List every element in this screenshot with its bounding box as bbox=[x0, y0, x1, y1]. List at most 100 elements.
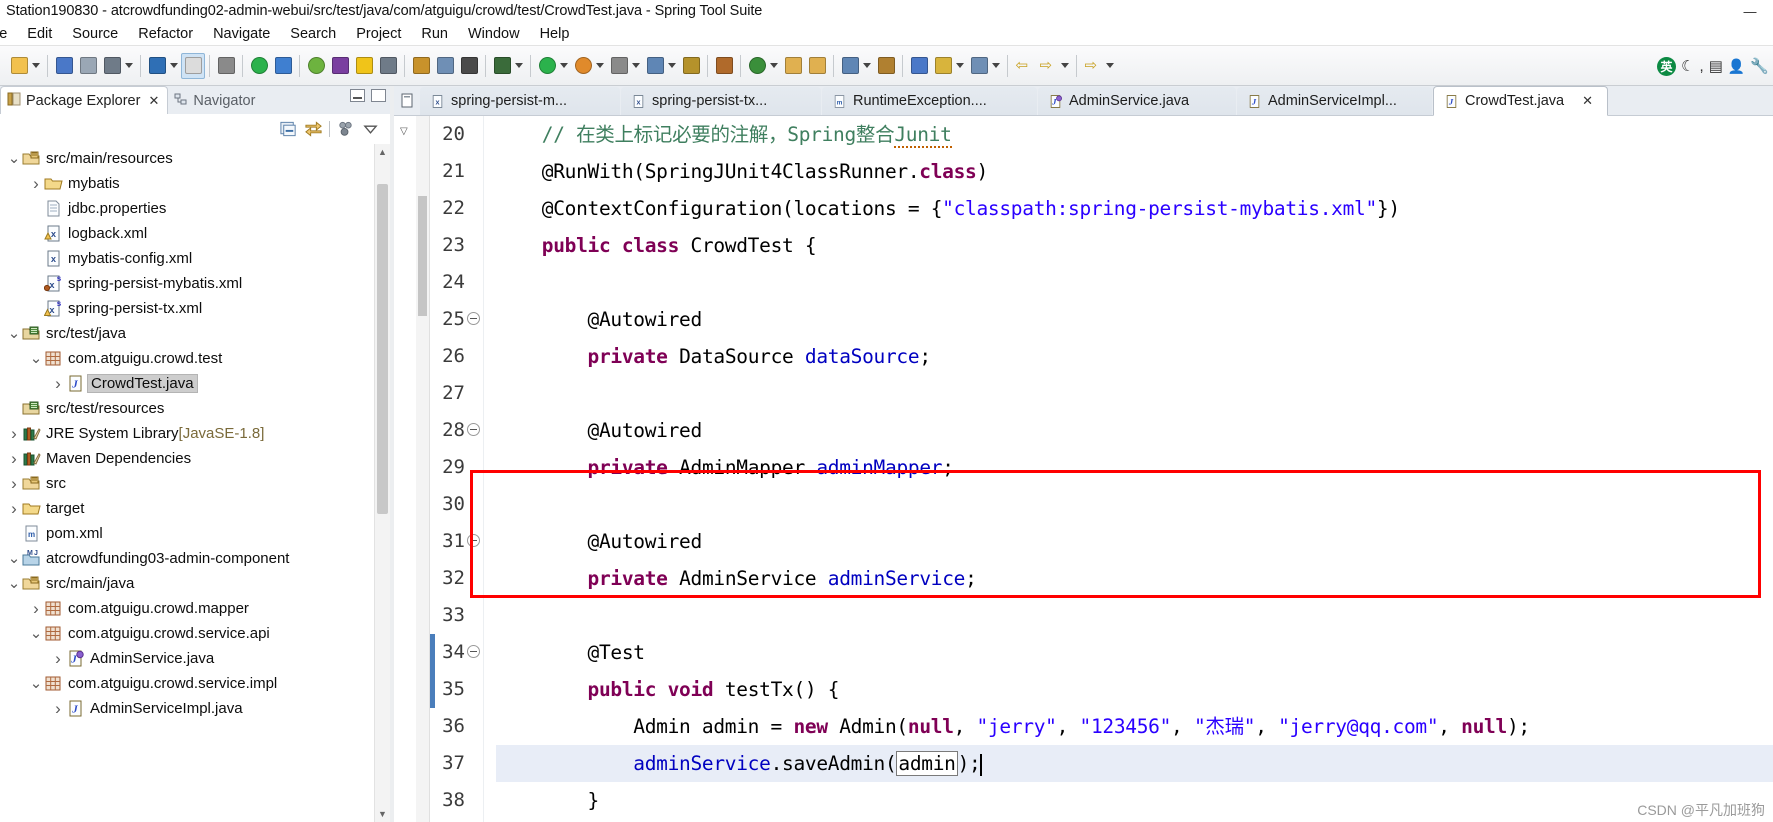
menu-item-le[interactable]: le bbox=[0, 22, 17, 46]
tree-item-adminserviceimpl-java[interactable]: › J AdminServiceImpl.java bbox=[0, 696, 390, 721]
code-line-27[interactable] bbox=[496, 375, 1773, 412]
tree-item-src[interactable]: › src bbox=[0, 471, 390, 496]
chevron-right-icon[interactable]: › bbox=[50, 699, 66, 718]
annotate-button[interactable] bbox=[874, 53, 898, 79]
chevron-down-icon[interactable]: ⌄ bbox=[28, 626, 44, 642]
tree-item-logback-xml[interactable]: x logback.xml bbox=[0, 221, 390, 246]
tree-item-mybatis-config-xml[interactable]: x mybatis-config.xml bbox=[0, 246, 390, 271]
code-line-34[interactable]: @Test bbox=[496, 634, 1773, 671]
dropdown-caret-icon[interactable] bbox=[125, 63, 133, 68]
editor-tab-crowdtest-java[interactable]: J CrowdTest.java ✕ bbox=[1433, 86, 1608, 116]
menu-item-run[interactable]: Run bbox=[411, 22, 458, 46]
project-tree[interactable]: ▲ ▼ ⌄ src/main/resources › mybatis jdbc.prop… bbox=[0, 144, 390, 822]
editor-tab-adminserviceimpl-[interactable]: J AdminServiceImpl... bbox=[1237, 87, 1432, 115]
boot-dashboard-button[interactable] bbox=[271, 53, 295, 79]
tree-item-jre-system-library[interactable]: › JRE System Library [JavaSE-1.8] bbox=[0, 421, 390, 446]
editor-tab-runtimeexception-[interactable]: m RuntimeException.... bbox=[822, 87, 1037, 115]
dropdown-caret-icon[interactable] bbox=[596, 63, 604, 68]
editor-tab-adminservice-java[interactable]: J AdminService.java bbox=[1038, 87, 1236, 115]
new-package-button[interactable] bbox=[712, 53, 736, 79]
forward-button[interactable]: ⇨ bbox=[1036, 53, 1060, 79]
minimize-button[interactable]: — bbox=[1727, 0, 1773, 22]
menu-item-source[interactable]: Source bbox=[62, 22, 128, 46]
terminal-button[interactable] bbox=[328, 53, 352, 79]
code-line-23[interactable]: public class CrowdTest { bbox=[496, 227, 1773, 264]
moon-icon[interactable]: ☾ bbox=[1681, 57, 1694, 75]
pin-button[interactable] bbox=[376, 53, 400, 79]
code-line-32[interactable]: private AdminService adminService; bbox=[496, 560, 1773, 597]
chevron-down-icon[interactable]: ⌄ bbox=[6, 326, 22, 342]
code-line-29[interactable]: private AdminMapper adminMapper; bbox=[496, 449, 1773, 486]
code-line-22[interactable]: @ContextConfiguration(locations = {"clas… bbox=[496, 190, 1773, 227]
debug-as-button[interactable] bbox=[490, 53, 514, 79]
code-line-26[interactable]: private DataSource dataSource; bbox=[496, 338, 1773, 375]
close-icon[interactable]: ✕ bbox=[1582, 93, 1593, 109]
paragraph-button[interactable] bbox=[457, 53, 481, 79]
code-line-24[interactable] bbox=[496, 264, 1773, 301]
tree-item-com-atguigu-crowd-service-api[interactable]: ⌄ com.atguigu.crowd.service.api bbox=[0, 621, 390, 646]
chevron-right-icon[interactable]: › bbox=[50, 374, 66, 393]
chevron-down-icon[interactable]: ⌄ bbox=[6, 551, 22, 567]
wrench-icon[interactable]: 🔧 bbox=[1750, 57, 1769, 75]
tree-scrollbar[interactable]: ▲ ▼ bbox=[374, 144, 390, 822]
link-editor-icon[interactable] bbox=[304, 120, 323, 138]
chevron-down-icon[interactable]: ⌄ bbox=[6, 151, 22, 167]
maximize-view-icon[interactable] bbox=[371, 89, 386, 102]
overview-ruler[interactable] bbox=[416, 116, 430, 822]
scroll-down-icon[interactable]: ▼ bbox=[375, 806, 390, 822]
chevron-right-icon[interactable]: › bbox=[28, 174, 44, 193]
chevron-right-icon[interactable]: › bbox=[50, 649, 66, 668]
code-line-33[interactable] bbox=[496, 597, 1773, 634]
dropdown-caret-icon[interactable] bbox=[992, 63, 1000, 68]
menu-item-help[interactable]: Help bbox=[530, 22, 580, 46]
tree-item-mybatis[interactable]: › mybatis bbox=[0, 171, 390, 196]
code-line-28[interactable]: @Autowired bbox=[496, 412, 1773, 449]
run-as-button[interactable] bbox=[535, 53, 559, 79]
ruler-thumb[interactable] bbox=[418, 196, 427, 316]
fold-collapse-icon[interactable]: ▽ bbox=[400, 126, 408, 137]
tree-item-crowdtest-java[interactable]: › J CrowdTest.java bbox=[0, 371, 390, 396]
tree-item-spring-persist-mybatis-xml[interactable]: x s spring-persist-mybatis.xml bbox=[0, 271, 390, 296]
next-annotation-button[interactable]: ⇨ bbox=[1081, 53, 1105, 79]
run-last-button[interactable] bbox=[247, 53, 271, 79]
tree-item-adminservice-java[interactable]: › J AdminService.java bbox=[0, 646, 390, 671]
tree-item-pom-xml[interactable]: m pom.xml bbox=[0, 521, 390, 546]
print-button[interactable] bbox=[100, 53, 124, 79]
tree-item-src-test-resources[interactable]: src/test/resources bbox=[0, 396, 390, 421]
code-line-25[interactable]: @Autowired bbox=[496, 301, 1773, 338]
tree-scroll-thumb[interactable] bbox=[377, 184, 388, 514]
chevron-right-icon[interactable]: › bbox=[6, 474, 22, 493]
dropdown-caret-icon[interactable] bbox=[1061, 63, 1069, 68]
chevron-down-icon[interactable]: ⌄ bbox=[28, 351, 44, 367]
chevron-right-icon[interactable]: › bbox=[28, 599, 44, 618]
tree-item-jdbc-properties[interactable]: jdbc.properties bbox=[0, 196, 390, 221]
tree-item-src-test-java[interactable]: ⌄ src/test/java bbox=[0, 321, 390, 346]
dropdown-caret-icon[interactable] bbox=[770, 63, 778, 68]
download-button[interactable] bbox=[931, 53, 955, 79]
external-tools-button[interactable] bbox=[679, 53, 703, 79]
dropdown-caret-icon[interactable] bbox=[170, 63, 178, 68]
new-class-button[interactable] bbox=[433, 53, 457, 79]
code-line-37[interactable]: adminService.saveAdmin(admin); bbox=[496, 745, 1773, 782]
coverage-button[interactable] bbox=[643, 53, 667, 79]
minimize-view-icon[interactable] bbox=[350, 89, 365, 102]
fold-toggle-icon[interactable] bbox=[467, 423, 480, 436]
collapse-all-icon[interactable] bbox=[279, 120, 298, 138]
code-line-31[interactable]: @Autowired bbox=[496, 523, 1773, 560]
dropdown-caret-icon[interactable] bbox=[32, 63, 40, 68]
dropdown-caret-icon[interactable] bbox=[560, 63, 568, 68]
fold-toggle-icon[interactable] bbox=[467, 645, 480, 658]
tree-item-src-main-resources[interactable]: ⌄ src/main/resources bbox=[0, 146, 390, 171]
comma-icon[interactable]: , bbox=[1700, 58, 1704, 75]
globe-button[interactable] bbox=[907, 53, 931, 79]
code-editor[interactable]: ▽ 20 21 22 23 24 25 26 27 28 29 30 31 32 33 34 35 36 37 38… bbox=[394, 116, 1773, 822]
menu-item-window[interactable]: Window bbox=[458, 22, 530, 46]
open-folder2-button[interactable] bbox=[805, 53, 829, 79]
spring-button[interactable] bbox=[304, 53, 328, 79]
tree-item-src-main-java[interactable]: ⌄ src/main/java bbox=[0, 571, 390, 596]
tree-item-com-atguigu-crowd-mapper[interactable]: › com.atguigu.crowd.mapper bbox=[0, 596, 390, 621]
back-button[interactable]: ⇦ bbox=[1012, 53, 1036, 79]
editor-tab-spring-persist-m-[interactable]: x spring-persist-m... bbox=[420, 87, 620, 115]
search-button[interactable] bbox=[214, 53, 238, 79]
scroll-up-icon[interactable]: ▲ bbox=[375, 144, 390, 160]
